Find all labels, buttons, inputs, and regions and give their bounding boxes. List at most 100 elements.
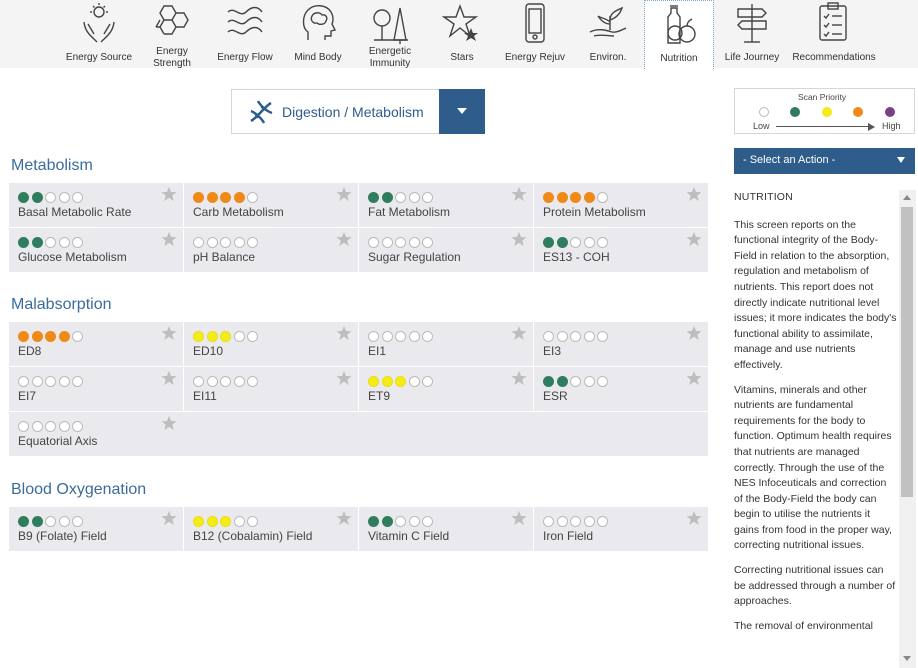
priority-dot-empty bbox=[31, 376, 43, 387]
scan-item[interactable]: EI1 bbox=[358, 322, 533, 366]
star-icon[interactable] bbox=[161, 186, 177, 202]
nav-item-energy-strength[interactable]: Energy Strength bbox=[136, 0, 208, 74]
priority-dot-filled bbox=[31, 237, 43, 248]
notes-scrollbar[interactable] bbox=[899, 190, 916, 668]
scan-item[interactable]: Iron Field bbox=[533, 507, 708, 551]
scrollbar-thumb[interactable] bbox=[901, 207, 913, 497]
grid-divider bbox=[358, 183, 359, 227]
scan-item-name: Protein Metabolism bbox=[543, 205, 646, 219]
scan-item[interactable]: Fat Metabolism bbox=[358, 183, 533, 227]
scan-item[interactable]: Carb Metabolism bbox=[183, 183, 358, 227]
star-icon[interactable] bbox=[686, 325, 702, 341]
priority-dot-empty bbox=[408, 192, 420, 203]
scan-item[interactable]: ET9 bbox=[358, 367, 533, 411]
scan-item[interactable]: Vitamin C Field bbox=[358, 507, 533, 551]
scan-item[interactable]: ED8 bbox=[9, 322, 183, 366]
scan-item[interactable]: B9 (Folate) Field bbox=[9, 507, 183, 551]
scan-item[interactable]: ES13 - COH bbox=[533, 228, 708, 272]
star-icon[interactable] bbox=[161, 510, 177, 526]
legend-dot-green bbox=[790, 107, 800, 117]
priority-dot-empty bbox=[247, 331, 258, 342]
star-icon[interactable] bbox=[686, 231, 702, 247]
priority-dots bbox=[18, 421, 86, 432]
nav-item-mind-body[interactable]: Mind Body bbox=[282, 0, 354, 74]
nav-item-stars[interactable]: Stars bbox=[426, 0, 498, 74]
nav-item-energetic-immunity[interactable]: Energetic Immunity bbox=[354, 0, 426, 74]
priority-dot-empty bbox=[570, 376, 581, 387]
priority-dot-empty bbox=[422, 331, 433, 342]
grid-divider bbox=[533, 183, 534, 227]
priority-dots bbox=[193, 376, 261, 387]
chevron-down-icon bbox=[457, 108, 467, 114]
priority-dot-empty bbox=[58, 192, 70, 203]
category-dropdown[interactable]: Digestion / Metabolism bbox=[231, 89, 485, 134]
priority-dot-filled bbox=[206, 331, 218, 342]
priority-dots bbox=[18, 376, 86, 387]
scroll-down-icon[interactable] bbox=[903, 656, 911, 661]
legend-arrow-line bbox=[776, 126, 870, 127]
star-icon[interactable] bbox=[161, 325, 177, 341]
dna-icon bbox=[250, 100, 273, 124]
nav-item-label: Energetic Immunity bbox=[368, 46, 412, 69]
scan-item-name: Sugar Regulation bbox=[368, 250, 461, 264]
nav-item-energy-rejuv[interactable]: Energy Rejuv bbox=[498, 0, 572, 74]
scan-item[interactable]: ED10 bbox=[183, 322, 358, 366]
scan-item[interactable]: Glucose Metabolism bbox=[9, 228, 183, 272]
scan-item[interactable]: EI3 bbox=[533, 322, 708, 366]
nav-item-energy-source[interactable]: Energy Source bbox=[62, 0, 136, 74]
star-icon[interactable] bbox=[511, 510, 527, 526]
nav-item-label: Recommendations bbox=[792, 52, 876, 63]
priority-dot-empty bbox=[556, 331, 568, 342]
scan-item[interactable]: B12 (Cobalamin) Field bbox=[183, 507, 358, 551]
hexagons-icon bbox=[155, 5, 189, 35]
notes-panel: NUTRITION This screen reports on the fun… bbox=[734, 190, 897, 668]
legend-high-label: High bbox=[882, 121, 901, 131]
priority-dot-filled bbox=[556, 376, 568, 387]
priority-dot-empty bbox=[45, 237, 56, 248]
nav-item-label: Nutrition bbox=[660, 53, 698, 64]
priority-dot-empty bbox=[206, 237, 218, 248]
star-icon[interactable] bbox=[511, 231, 527, 247]
nav-item-environ[interactable]: Environ. bbox=[572, 0, 644, 74]
star-icon[interactable] bbox=[336, 231, 352, 247]
scan-item[interactable]: EI7 bbox=[9, 367, 183, 411]
star-icon[interactable] bbox=[161, 231, 177, 247]
scan-item[interactable]: pH Balance bbox=[183, 228, 358, 272]
star-icon[interactable] bbox=[511, 186, 527, 202]
nav-item-label: Environ. bbox=[589, 52, 627, 63]
category-dropdown-toggle[interactable] bbox=[439, 89, 485, 134]
legend-dot-orange bbox=[853, 107, 863, 117]
star-icon[interactable] bbox=[511, 325, 527, 341]
priority-dot-empty bbox=[381, 331, 393, 342]
scroll-up-icon[interactable] bbox=[903, 195, 911, 200]
priority-dot-empty bbox=[31, 421, 43, 432]
scan-item[interactable]: Basal Metabolic Rate bbox=[9, 183, 183, 227]
scan-item[interactable]: Protein Metabolism bbox=[533, 183, 708, 227]
nav-item-energy-flow[interactable]: Energy Flow bbox=[208, 0, 282, 74]
priority-dot-empty bbox=[233, 376, 245, 387]
priority-dot-empty bbox=[18, 421, 29, 432]
star-icon[interactable] bbox=[511, 370, 527, 386]
star-icon[interactable] bbox=[336, 370, 352, 386]
star-icon[interactable] bbox=[686, 510, 702, 526]
scan-item[interactable]: Sugar Regulation bbox=[358, 228, 533, 272]
star-icon[interactable] bbox=[161, 370, 177, 386]
star-icon[interactable] bbox=[686, 370, 702, 386]
priority-dot-empty bbox=[422, 376, 433, 387]
priority-dots bbox=[368, 192, 436, 203]
priority-dot-empty bbox=[570, 516, 581, 527]
scan-item[interactable]: Equatorial Axis bbox=[9, 412, 183, 456]
select-action-dropdown[interactable]: - Select an Action - bbox=[734, 148, 915, 174]
priority-dot-filled bbox=[543, 237, 554, 248]
star-icon[interactable] bbox=[336, 325, 352, 341]
nav-item-recommendations[interactable]: Recommendations bbox=[788, 0, 880, 74]
star-icon[interactable] bbox=[161, 415, 177, 431]
star-icon[interactable] bbox=[686, 186, 702, 202]
star-icon[interactable] bbox=[336, 510, 352, 526]
scan-item[interactable]: EI11 bbox=[183, 367, 358, 411]
scan-item[interactable]: ESR bbox=[533, 367, 708, 411]
nav-item-nutrition[interactable]: Nutrition bbox=[644, 0, 714, 69]
nav-item-life-journey[interactable]: Life Journey bbox=[716, 0, 788, 74]
star-icon[interactable] bbox=[336, 186, 352, 202]
priority-dots bbox=[18, 516, 86, 527]
